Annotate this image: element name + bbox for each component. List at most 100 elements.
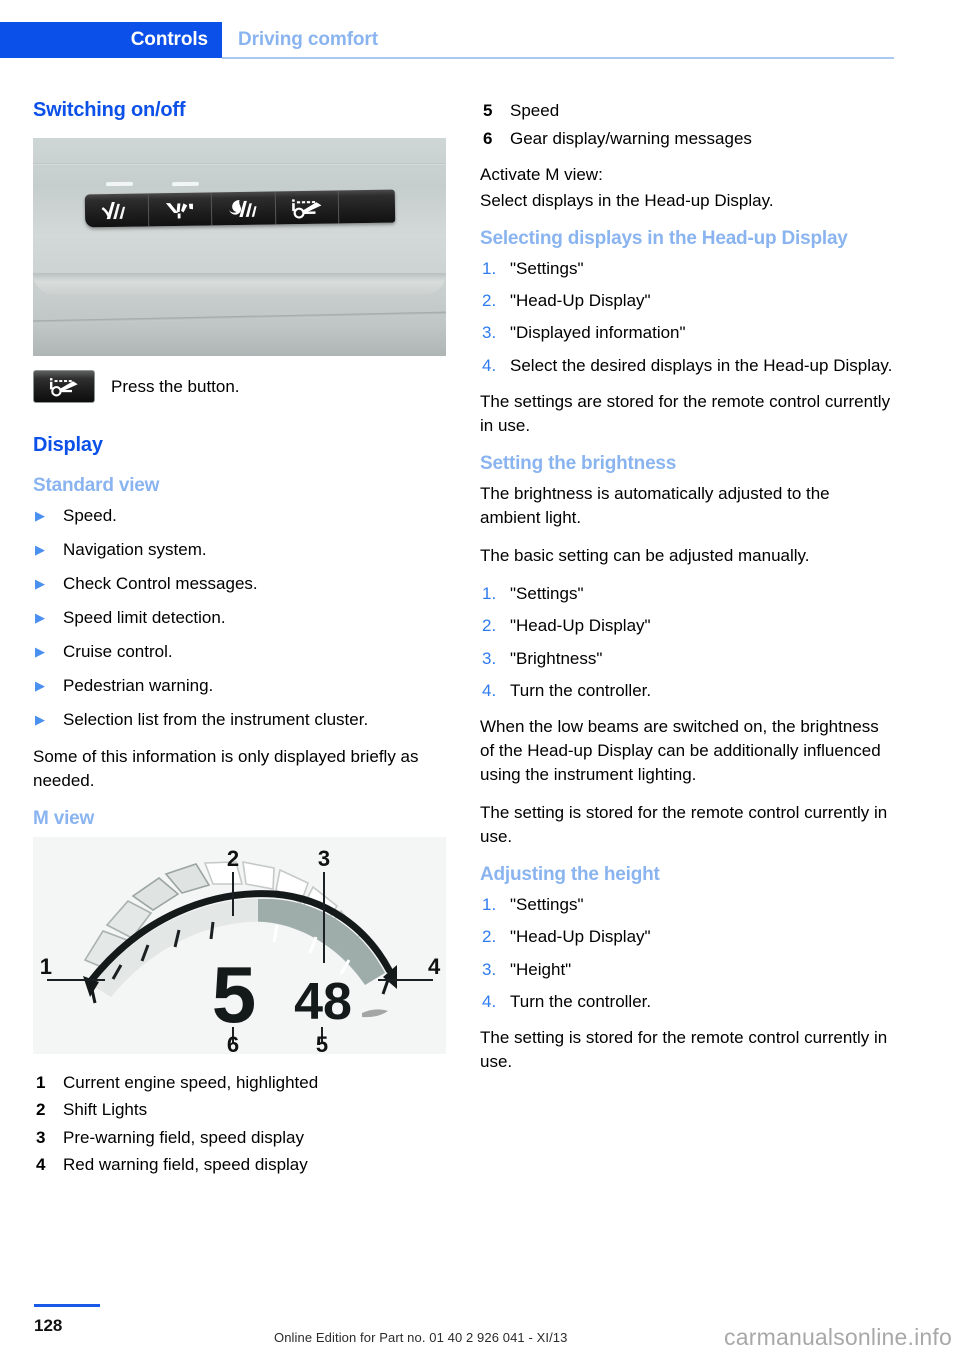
heading-switching-on-off: Switching on/off xyxy=(33,99,186,121)
step-label: "Settings" xyxy=(510,895,584,915)
triangle-bullet-icon: ▶ xyxy=(35,575,45,591)
figure-m-view-gauge: 1 4 2 3 6 5 5 48 xyxy=(33,836,446,1054)
breadcrumb-tab-controls[interactable]: Controls xyxy=(0,22,222,58)
standard-view-list: ▶ Speed. ▶ Navigation system. ▶ Check Co… xyxy=(33,504,446,733)
step-number: 3. xyxy=(482,323,497,343)
triangle-bullet-icon: ▶ xyxy=(35,644,45,660)
edition-note: Online Edition for Part no. 01 40 2 926 … xyxy=(274,1330,568,1345)
step-number: 2. xyxy=(482,927,497,947)
list-item: 3. "Displayed information" xyxy=(480,321,893,345)
legend-label: Current engine speed, highlighted xyxy=(63,1072,319,1092)
list-item: 1. "Settings" xyxy=(480,257,893,281)
dash-seam-mid xyxy=(33,273,446,296)
triangle-bullet-icon: ▶ xyxy=(35,610,45,626)
callout-3: 3 xyxy=(318,846,330,871)
step-number: 4. xyxy=(482,680,497,700)
heading-setting-brightness: Setting the brightness xyxy=(480,452,677,474)
heading-adjusting-height: Adjusting the height xyxy=(480,864,660,886)
brightness-steps: 1. "Settings" 2. "Head-Up Display" 3. "B… xyxy=(480,582,893,703)
callout-4: 4 xyxy=(428,954,441,979)
step-label: "Head-Up Display" xyxy=(510,616,651,636)
heading-selecting-displays: Selecting displays in the Head-up Displa… xyxy=(480,228,848,250)
activate-m-view-label: Activate M view: xyxy=(480,165,603,184)
speed-readout: 48 xyxy=(294,973,352,1031)
step-number: 3. xyxy=(482,648,497,668)
list-item: 2. "Head-Up Display" xyxy=(480,289,893,313)
step-label: "Head-Up Display" xyxy=(510,291,651,311)
brightness-intro-2: The basic setting can be adjusted manual… xyxy=(480,546,810,566)
press-button-instruction: Press the button. xyxy=(33,370,446,404)
step-number: 1. xyxy=(482,584,497,604)
m-view-legend-right: 5 Speed 6 Gear display/warning messages xyxy=(480,98,893,151)
night-vision-icon xyxy=(211,191,276,226)
step-label: "Settings" xyxy=(510,259,584,279)
breadcrumb-tab-controls-label: Controls xyxy=(130,29,208,50)
list-item: ▶ Navigation system. xyxy=(33,538,446,562)
list-item: ▶ Speed limit detection. xyxy=(33,606,446,630)
head-up-display-icon xyxy=(33,370,95,404)
dash-seam-top xyxy=(33,163,446,166)
legend-label: Pre-warning field, speed display xyxy=(63,1127,304,1147)
press-button-label: Press the button. xyxy=(111,377,240,397)
callout-2: 2 xyxy=(227,846,239,871)
head-up-display-icon xyxy=(275,190,340,225)
step-label: "Brightness" xyxy=(510,648,603,668)
list-item-label: Pedestrian warning. xyxy=(63,676,214,696)
triangle-bullet-icon: ▶ xyxy=(35,678,45,694)
list-item: 3. "Height" xyxy=(480,958,893,982)
activate-m-view-text: Select displays in the Head-up Display. xyxy=(480,191,774,211)
legend-number: 4 xyxy=(36,1155,46,1175)
selecting-displays-note: The settings are stored for the remote c… xyxy=(480,391,891,435)
legend-label: Gear display/warning messages xyxy=(510,128,752,148)
breadcrumb-tab-driving-comfort[interactable]: Driving comfort xyxy=(238,29,378,51)
step-number: 2. xyxy=(482,291,497,311)
step-label: Select the desired displays in the Head-… xyxy=(510,355,893,375)
step-number: 3. xyxy=(482,959,497,979)
figure-dashboard-buttons xyxy=(33,138,446,357)
list-item: 2 Shift Lights xyxy=(33,1097,446,1123)
legend-number: 2 xyxy=(36,1100,46,1120)
list-item: ▶ Check Control messages. xyxy=(33,572,446,596)
brightness-note-2: The setting is stored for the remote con… xyxy=(480,803,888,847)
callout-5: 5 xyxy=(316,1032,328,1054)
lane-departure-warning-icon xyxy=(84,193,149,228)
list-item: ▶ Speed. xyxy=(33,504,446,528)
dash-chrome-tab-left xyxy=(105,182,134,187)
list-item: 1 Current engine speed, highlighted xyxy=(33,1070,446,1096)
list-item: 1. "Settings" xyxy=(480,893,893,917)
step-number: 2. xyxy=(482,616,497,636)
list-item-label: Speed. xyxy=(63,505,117,525)
list-item: 4. Turn the controller. xyxy=(480,679,893,703)
list-item: 1. "Settings" xyxy=(480,582,893,606)
list-item: ▶ Selection list from the instrument clu… xyxy=(33,708,446,732)
list-item-label: Check Control messages. xyxy=(63,573,258,593)
triangle-bullet-icon: ▶ xyxy=(35,712,45,728)
legend-label: Shift Lights xyxy=(63,1100,148,1120)
gear-readout: 5 xyxy=(212,950,257,1039)
step-number: 1. xyxy=(482,895,497,915)
step-number: 4. xyxy=(482,355,497,375)
brightness-intro-1: The brightness is automatically adjusted… xyxy=(480,483,830,527)
list-item: 2. "Head-Up Display" xyxy=(480,614,893,638)
speed-unit-smudge xyxy=(362,1009,388,1017)
step-label: "Displayed information" xyxy=(510,323,686,343)
list-item: ▶ Cruise control. xyxy=(33,640,446,664)
header-divider xyxy=(222,57,894,59)
legend-number: 3 xyxy=(36,1127,46,1147)
step-label: Turn the controller. xyxy=(510,680,652,700)
step-label: "Height" xyxy=(510,959,572,979)
selecting-displays-steps: 1. "Settings" 2. "Head-Up Display" 3. "D… xyxy=(480,257,893,378)
high-beam-assistant-icon xyxy=(148,192,213,227)
list-item: 5 Speed xyxy=(480,98,893,124)
list-item: 3. "Brightness" xyxy=(480,647,893,671)
callout-1: 1 xyxy=(40,954,52,979)
triangle-bullet-icon: ▶ xyxy=(35,507,45,523)
brightness-note-1: When the low beams are switched on, the … xyxy=(480,716,881,784)
right-column: 5 Speed 6 Gear display/warning messages … xyxy=(480,98,893,1088)
step-label: "Head-Up Display" xyxy=(510,927,651,947)
list-item: 4 Red warning field, speed display xyxy=(33,1152,446,1178)
step-number: 1. xyxy=(482,259,497,279)
list-item: ▶ Pedestrian warning. xyxy=(33,674,446,698)
legend-number: 6 xyxy=(483,128,493,148)
blank-button-cell xyxy=(339,190,396,224)
